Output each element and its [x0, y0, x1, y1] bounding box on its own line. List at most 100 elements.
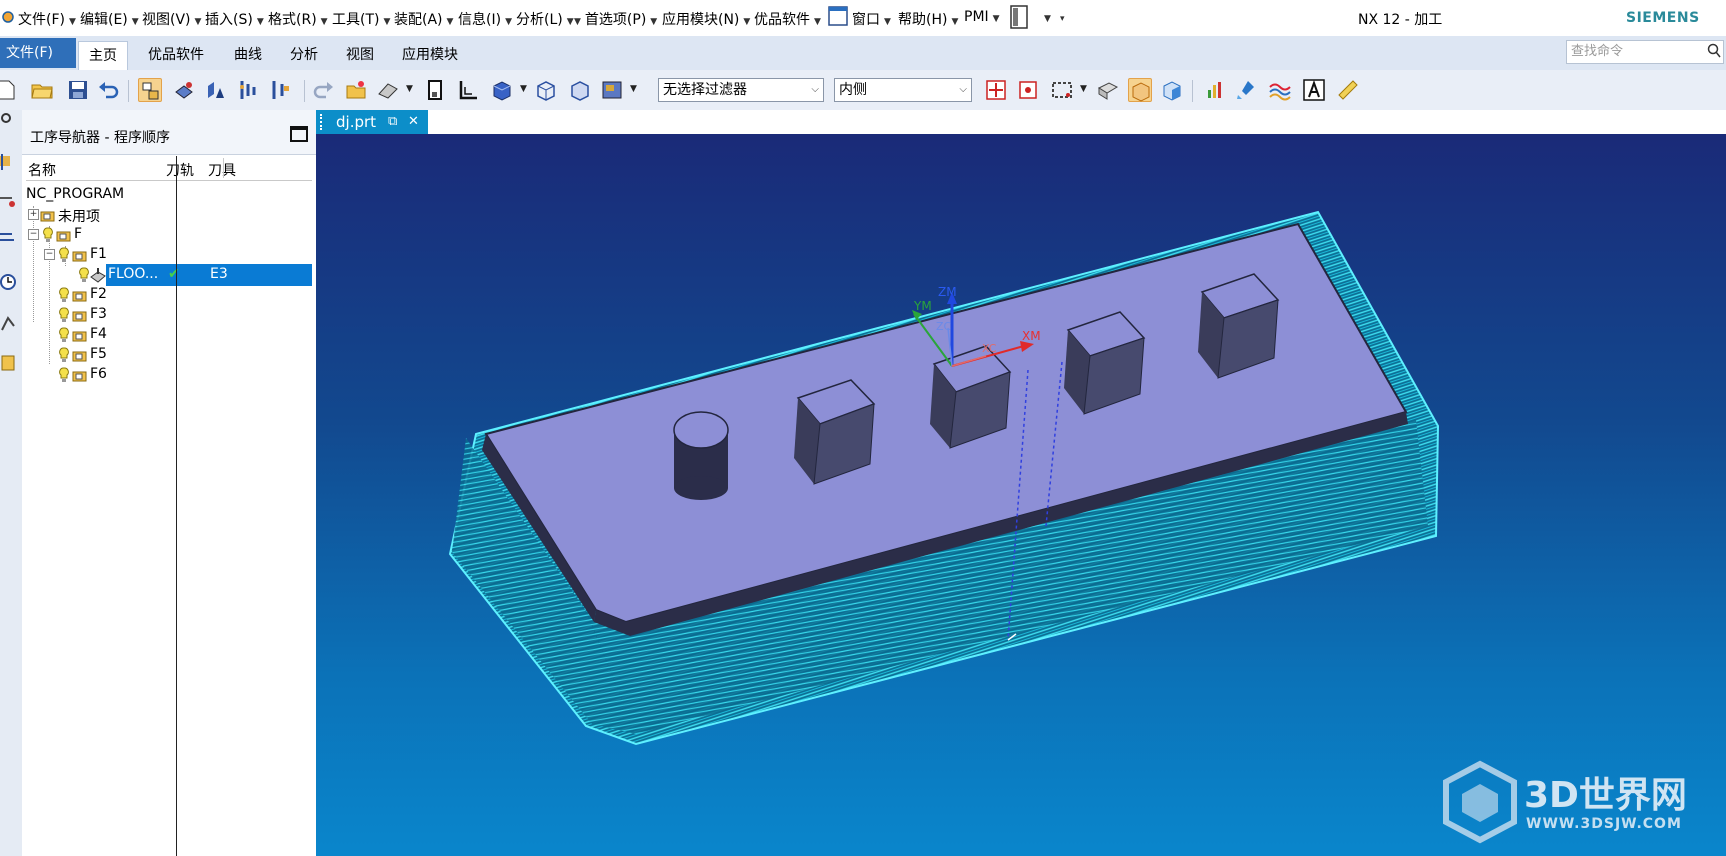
- paint-brush-icon[interactable]: [1234, 78, 1258, 102]
- create-tool-icon[interactable]: [376, 78, 400, 102]
- create-geometry-icon[interactable]: [424, 78, 448, 102]
- menu-analysis[interactable]: 分析(L) ▼: [516, 9, 574, 29]
- new-icon[interactable]: [0, 78, 18, 102]
- tab-curve[interactable]: 曲线: [224, 41, 272, 69]
- tool-name: E3: [210, 266, 228, 282]
- undo-icon[interactable]: [96, 78, 120, 102]
- close-icon[interactable]: ✕: [408, 110, 419, 134]
- program-group-icon: [40, 207, 56, 223]
- maximize-icon[interactable]: [290, 126, 308, 142]
- customize-quick-access[interactable]: ▾: [1056, 9, 1065, 25]
- tab-applications[interactable]: 应用模块: [392, 41, 468, 69]
- tree-row-f1[interactable]: − F1: [26, 244, 312, 266]
- app-icon[interactable]: [2, 8, 14, 30]
- menu-pmi[interactable]: PMI ▼: [964, 9, 1000, 25]
- save-icon[interactable]: [66, 78, 90, 102]
- graphics-viewport[interactable]: ZM YM XM ZC XC: [316, 134, 1726, 856]
- expand-icon[interactable]: +: [28, 209, 39, 220]
- collapse-icon[interactable]: −: [44, 249, 55, 260]
- watermark-url: WWW.3DSJW.COM: [1526, 816, 1682, 832]
- graphics-tab-bar: dj.prt ⧉ ✕: [316, 110, 1726, 134]
- tree-row-nc-program[interactable]: NC_PROGRAM: [26, 184, 312, 206]
- select-body-icon[interactable]: [1096, 78, 1120, 102]
- snap-point-icon[interactable]: [984, 78, 1008, 102]
- geometry-view-icon[interactable]: [204, 78, 228, 102]
- menu-file[interactable]: 文件(F) ▼: [18, 9, 76, 29]
- selection-filter-select[interactable]: 无选择过滤器 ⌵: [658, 78, 824, 102]
- operation-navigator-icon[interactable]: [0, 150, 20, 174]
- static-wireframe-icon[interactable]: [568, 78, 592, 102]
- snap-endpoint-icon[interactable]: [1016, 78, 1040, 102]
- history-clock-icon[interactable]: [0, 270, 20, 294]
- menu-application[interactable]: 应用模块(N) ▼: [662, 9, 750, 29]
- tree-row-f2[interactable]: F2: [26, 284, 312, 306]
- tree-row-floor-operation[interactable]: FLOO... ✔ E3: [26, 264, 312, 286]
- menu-insert[interactable]: 插入(S) ▼: [205, 9, 264, 29]
- create-method-icon[interactable]: [456, 78, 480, 102]
- chevron-down-icon[interactable]: ▼: [1080, 84, 1087, 94]
- program-order-view-icon[interactable]: [138, 78, 162, 102]
- select-face-icon[interactable]: [1160, 78, 1184, 102]
- menu-help[interactable]: 帮助(H) ▼: [898, 9, 958, 29]
- tab-home[interactable]: 主页: [78, 41, 128, 70]
- reuse-library-icon[interactable]: [0, 350, 20, 374]
- tab-yopin[interactable]: 优品软件: [138, 41, 214, 69]
- tree-row-f[interactable]: − F: [26, 224, 312, 246]
- open-folder-icon[interactable]: [30, 78, 54, 102]
- menu-format[interactable]: 格式(R) ▼: [268, 9, 328, 29]
- file-tab[interactable]: 文件(F): [0, 38, 76, 68]
- machine-navigator-icon[interactable]: [0, 188, 20, 212]
- window-icon[interactable]: [828, 5, 848, 31]
- search-icon[interactable]: [1707, 42, 1721, 68]
- axis-label-xm: XM: [1022, 329, 1041, 343]
- part-file-tab[interactable]: dj.prt ⧉ ✕: [316, 110, 428, 134]
- undock-icon[interactable]: ⧉: [388, 110, 397, 134]
- tree-row-unused[interactable]: + 未用项: [26, 204, 312, 226]
- chevron-down-icon[interactable]: ▼: [520, 84, 527, 94]
- rectangle-select-icon[interactable]: [1050, 78, 1074, 102]
- select-feature-icon[interactable]: [1128, 78, 1152, 102]
- chevron-down-icon[interactable]: ▼: [406, 84, 413, 94]
- column-tool[interactable]: 刀具: [208, 160, 236, 180]
- column-toolpath[interactable]: 刀轨: [166, 160, 194, 180]
- selection-scope-select[interactable]: 内侧 ⌵: [834, 78, 972, 102]
- shaded-view-icon[interactable]: [600, 78, 624, 102]
- navigator-header: 工序导航器 - 程序顺序: [22, 110, 316, 155]
- program-view-icon[interactable]: [268, 78, 292, 102]
- tree-row-f5[interactable]: F5: [26, 344, 312, 366]
- wireframe-view-icon[interactable]: [534, 78, 558, 102]
- column-name[interactable]: 名称: [28, 160, 56, 180]
- surface-analysis-icon[interactable]: [1268, 78, 1292, 102]
- menu-window[interactable]: 窗口 ▼: [852, 9, 891, 29]
- create-operation-icon[interactable]: [490, 78, 514, 102]
- redo-icon[interactable]: [312, 78, 336, 102]
- method-view-icon[interactable]: [236, 78, 260, 102]
- quick-access-dropdown[interactable]: ▼: [1040, 9, 1051, 25]
- menu-yopin[interactable]: 优品软件 ▼: [754, 9, 821, 29]
- menu-view[interactable]: 视图(V) ▼: [142, 9, 201, 29]
- measure-ruler-icon[interactable]: [1336, 78, 1360, 102]
- collapse-icon[interactable]: −: [28, 229, 39, 240]
- tree-row-f4[interactable]: F4: [26, 324, 312, 346]
- tree-row-f3[interactable]: F3: [26, 304, 312, 326]
- text-annotation-icon[interactable]: [1302, 78, 1326, 102]
- tab-view[interactable]: 视图: [336, 41, 384, 69]
- chevron-down-icon[interactable]: ▼: [630, 84, 637, 94]
- search-input[interactable]: 查找命令: [1566, 40, 1724, 64]
- menu-tools[interactable]: 工具(T) ▼: [332, 9, 390, 29]
- settings-gear-icon[interactable]: [0, 110, 20, 134]
- roles-icon[interactable]: [0, 310, 20, 334]
- tab-analysis[interactable]: 分析: [280, 41, 328, 69]
- menu-assembly[interactable]: 装配(A) ▼: [394, 9, 453, 29]
- menu-edit[interactable]: 编辑(E) ▼: [80, 9, 139, 29]
- assembly-navigator-icon[interactable]: [0, 226, 20, 250]
- layout-icon[interactable]: [1008, 4, 1034, 34]
- menu-preferences[interactable]: ▼ 首选项(P) ▼: [574, 9, 657, 29]
- menu-information[interactable]: 信息(I) ▼: [458, 9, 512, 29]
- machine-tool-view-icon[interactable]: [172, 78, 196, 102]
- program-group-icon: [72, 307, 88, 323]
- create-program-icon[interactable]: [344, 78, 368, 102]
- analysis-chart-icon[interactable]: [1204, 78, 1228, 102]
- cylinder-feature[interactable]: [673, 411, 729, 500]
- tree-row-f6[interactable]: F6: [26, 364, 312, 386]
